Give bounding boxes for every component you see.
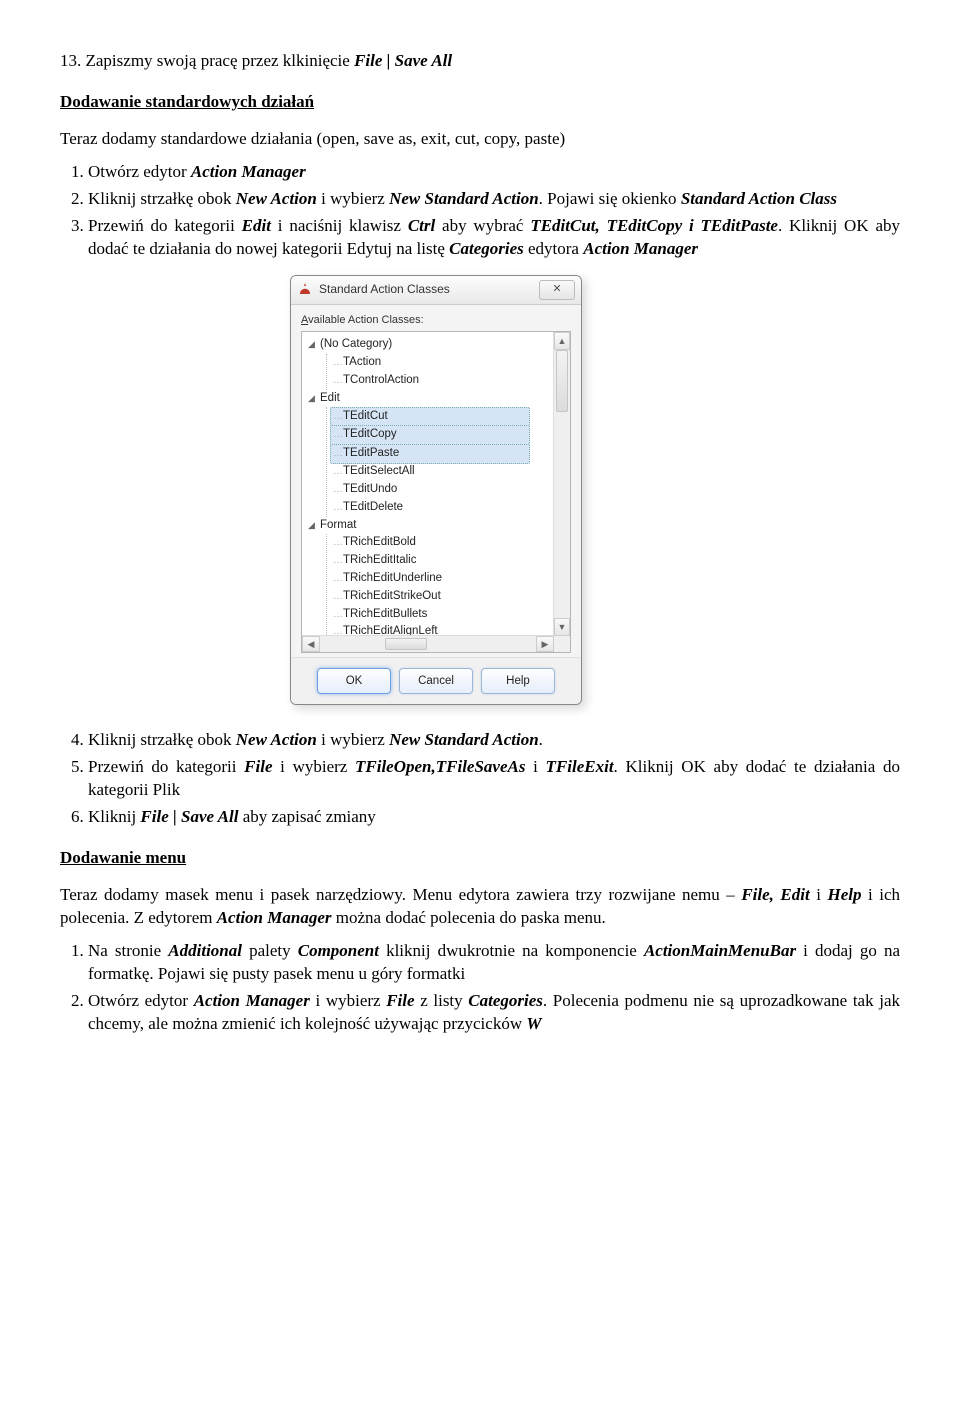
scroll-down-icon[interactable]: ▼ [554,618,570,636]
section-title-adding-menu: Dodawanie menu [60,847,900,870]
tree-item-tricheditunderline[interactable]: TRichEditUnderline [331,570,570,588]
scroll-thumb-v[interactable] [556,350,568,412]
tree-item-teditundo[interactable]: TEditUndo [331,481,570,499]
step-2: Kliknij strzałkę obok New Action i wybie… [88,188,900,211]
tree-item-teditpaste[interactable]: TEditPaste [330,444,530,464]
tree-item-teditdelete[interactable]: TEditDelete [331,499,570,517]
scrollbar-corner [554,636,570,652]
action-classes-listbox[interactable]: ◢(No Category) TAction TControlAction ◢E… [301,331,571,653]
helmet-icon [297,282,313,298]
collapse-icon: ◢ [308,519,318,533]
tree-item-taction[interactable]: TAction [331,354,570,372]
tree-item-tricheditbullets[interactable]: TRichEditBullets [331,606,570,624]
step-13: 13. Zapiszmy swoją pracę przez klkinięci… [60,50,900,73]
tree-item-teditcut[interactable]: TEditCut [330,407,530,427]
horizontal-scrollbar[interactable]: ◀ ▶ [302,635,554,652]
step-4: Kliknij strzałkę obok New Action i wybie… [88,729,900,752]
dialog-screenshot: Standard Action Classes ✕ Available Acti… [290,275,900,706]
action-classes-tree: ◢(No Category) TAction TControlAction ◢E… [302,332,570,645]
tree-item-tricheditbold[interactable]: TRichEditBold [331,534,570,552]
step-6: Kliknij File | Save All aby zapisać zmia… [88,806,900,829]
section2-paragraph: Teraz dodamy masek menu i pasek narzędzi… [60,884,900,930]
dialog-titlebar: Standard Action Classes ✕ [291,276,581,305]
close-icon: ✕ [552,282,561,297]
vertical-scrollbar[interactable]: ▲ ▼ [553,332,570,636]
scroll-thumb-h[interactable] [385,638,427,650]
steps-list-3: Na stronie Additional palety Component k… [60,940,900,1036]
tree-item-teditcopy[interactable]: TEditCopy [330,425,530,445]
tree-group-format[interactable]: ◢Format TRichEditBold TRichEditItalic TR… [308,517,570,642]
steps-list-1: Otwórz edytor Action Manager Kliknij str… [60,161,900,261]
help-button[interactable]: Help [481,668,555,694]
scroll-up-icon[interactable]: ▲ [554,332,570,350]
dialog-button-row: OK Cancel Help [291,657,581,704]
ok-button[interactable]: OK [317,668,391,694]
dialog-body: Available Action Classes: ◢(No Category)… [291,305,581,658]
step-13-text: 13. Zapiszmy swoją pracę przez klkinięci… [60,51,452,70]
step-1: Otwórz edytor Action Manager [88,161,900,184]
scroll-right-icon[interactable]: ▶ [536,636,554,652]
step-menu-1: Na stronie Additional palety Component k… [88,940,900,986]
scroll-left-icon[interactable]: ◀ [302,636,320,652]
tree-item-tcontrolaction[interactable]: TControlAction [331,372,570,390]
standard-action-classes-dialog: Standard Action Classes ✕ Available Acti… [290,275,582,706]
tree-group-no-category[interactable]: ◢(No Category) TAction TControlAction [308,336,570,389]
section1-intro: Teraz dodamy standardowe działania (open… [60,128,900,151]
cancel-button[interactable]: Cancel [399,668,473,694]
tree-group-edit[interactable]: ◢Edit TEditCut TEditCopy TEditPaste TEdi… [308,390,570,517]
close-button[interactable]: ✕ [539,280,575,300]
collapse-icon: ◢ [308,392,318,406]
collapse-icon: ◢ [308,338,318,352]
tree-item-tricheditstrikeout[interactable]: TRichEditStrikeOut [331,588,570,606]
step-5: Przewiń do kategorii File i wybierz TFil… [88,756,900,802]
step-menu-2: Otwórz edytor Action Manager i wybierz F… [88,990,900,1036]
available-classes-label: Available Action Classes: [301,313,571,328]
section-title-adding-standard-actions: Dodawanie standardowych działań [60,91,900,114]
dialog-title: Standard Action Classes [319,281,450,297]
step-3: Przewiń do kategorii Edit i naciśnij kla… [88,215,900,261]
tree-item-trichedititalic[interactable]: TRichEditItalic [331,552,570,570]
tree-item-teditselectall[interactable]: TEditSelectAll [331,463,570,481]
steps-list-2: Kliknij strzałkę obok New Action i wybie… [60,729,900,829]
